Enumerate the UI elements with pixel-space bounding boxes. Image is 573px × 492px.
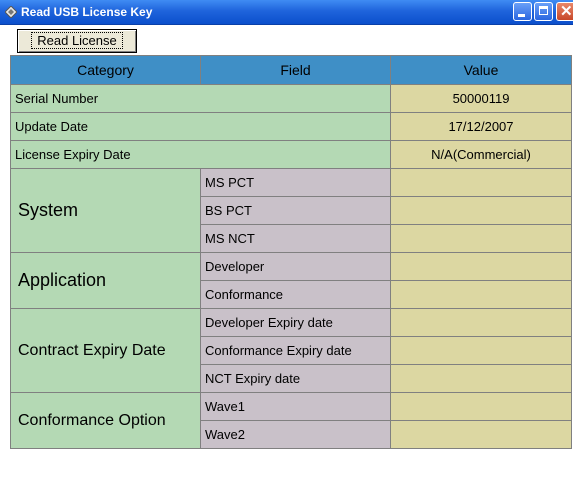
category-system[interactable]: System [10, 168, 201, 253]
close-icon: ✕ [560, 3, 573, 20]
value-developer[interactable] [390, 252, 572, 281]
table-row: License Expiry Date N/A(Commercial) [10, 140, 572, 169]
field-wave2[interactable]: Wave2 [200, 420, 391, 449]
category-conformance-option[interactable]: Conformance Option [10, 392, 201, 449]
read-license-label: Read License [31, 32, 123, 49]
value-wave2[interactable] [390, 420, 572, 449]
value-nct-expiry[interactable] [390, 364, 572, 393]
minimize-icon [518, 14, 525, 17]
license-table: Category Field Value Serial Number 50000… [10, 55, 572, 449]
field-ms-pct[interactable]: MS PCT [200, 168, 391, 197]
value-conformance[interactable] [390, 280, 572, 309]
license-expiry-label[interactable]: License Expiry Date [10, 140, 391, 169]
column-header-category[interactable]: Category [10, 55, 201, 85]
field-developer[interactable]: Developer [200, 252, 391, 281]
value-bs-pct[interactable] [390, 196, 572, 225]
update-date-label[interactable]: Update Date [10, 112, 391, 141]
table-row: Application Developer [10, 252, 572, 309]
table-row: Serial Number 50000119 [10, 84, 572, 113]
minimize-button[interactable] [513, 2, 532, 21]
field-ms-nct[interactable]: MS NCT [200, 224, 391, 253]
value-ms-pct[interactable] [390, 168, 572, 197]
column-header-value[interactable]: Value [390, 55, 572, 85]
title-bar: Read USB License Key ✕ [0, 0, 573, 25]
table-row: Update Date 17/12/2007 [10, 112, 572, 141]
table-row: Conformance Option Wave1 [10, 392, 572, 449]
table-row: Contract Expiry Date Developer Expiry da… [10, 308, 572, 393]
header-row: Category Field Value [10, 55, 572, 85]
field-wave1[interactable]: Wave1 [200, 392, 391, 421]
window-title: Read USB License Key [21, 5, 153, 19]
field-conformance-expiry[interactable]: Conformance Expiry date [200, 336, 391, 365]
serial-number-value[interactable]: 50000119 [390, 84, 572, 113]
column-header-field[interactable]: Field [200, 55, 391, 85]
field-bs-pct[interactable]: BS PCT [200, 196, 391, 225]
update-date-value[interactable]: 17/12/2007 [390, 112, 572, 141]
value-ms-nct[interactable] [390, 224, 572, 253]
license-grid[interactable]: Category Field Value Serial Number 50000… [10, 55, 573, 492]
serial-number-label[interactable]: Serial Number [10, 84, 391, 113]
value-conformance-expiry[interactable] [390, 336, 572, 365]
toolbar: Read License [0, 25, 573, 53]
value-developer-expiry[interactable] [390, 308, 572, 337]
license-expiry-value[interactable]: N/A(Commercial) [390, 140, 572, 169]
app-key-icon [5, 6, 17, 18]
read-license-button[interactable]: Read License [17, 29, 137, 53]
value-wave1[interactable] [390, 392, 572, 421]
maximize-icon [539, 6, 548, 15]
category-contract-expiry[interactable]: Contract Expiry Date [10, 308, 201, 393]
field-nct-expiry[interactable]: NCT Expiry date [200, 364, 391, 393]
close-button[interactable]: ✕ [556, 2, 573, 21]
table-row: System MS PCT [10, 168, 572, 253]
field-conformance[interactable]: Conformance [200, 280, 391, 309]
field-developer-expiry[interactable]: Developer Expiry date [200, 308, 391, 337]
category-application[interactable]: Application [10, 252, 201, 309]
maximize-button[interactable] [534, 2, 553, 21]
